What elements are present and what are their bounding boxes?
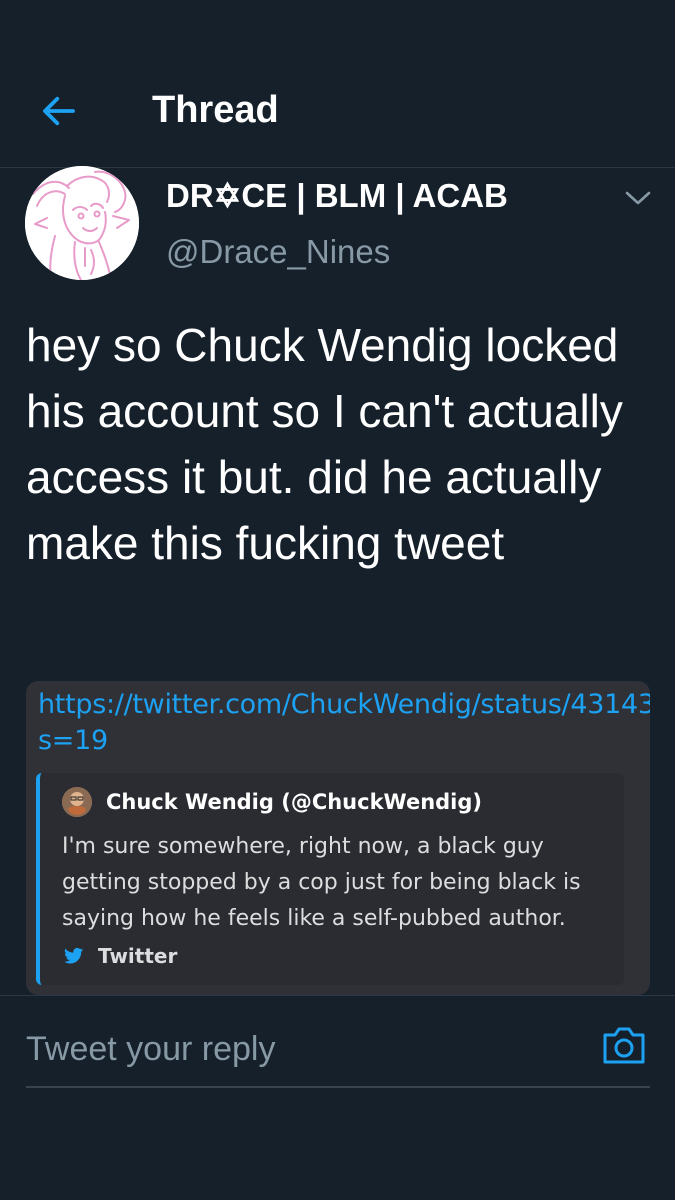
page-title: Thread	[152, 89, 279, 131]
chevron-down-icon	[625, 191, 651, 205]
avatar[interactable]	[25, 166, 139, 280]
reply-underline	[26, 1086, 650, 1088]
twitter-bird-icon	[64, 947, 84, 964]
link-embed-card: https://twitter.com/ChuckWendig/status/4…	[26, 681, 650, 995]
quoted-author-avatar	[62, 787, 92, 817]
camera-button[interactable]	[600, 1022, 648, 1068]
goat-sketch-avatar-icon	[25, 166, 139, 280]
quoted-author-name: Chuck Wendig (@ChuckWendig)	[106, 790, 483, 814]
user-handle[interactable]: @Drace_Nines	[166, 232, 390, 272]
reply-bar	[0, 995, 675, 1100]
display-name[interactable]: DR✡CE | BLM | ACAB	[166, 176, 508, 216]
header-bar: Thread	[0, 0, 675, 168]
tweet-link[interactable]: https://twitter.com/ChuckWendig/status/4…	[38, 687, 650, 759]
person-avatar-icon	[62, 787, 92, 817]
thread-screen: Thread DR✡CE | BLM | ACAB @Drace_Nines h…	[0, 0, 675, 1200]
quoted-tweet-text: I'm sure somewhere, right now, a black g…	[62, 834, 581, 931]
reply-input[interactable]	[26, 1024, 566, 1074]
bottom-spacer	[0, 1100, 675, 1200]
embed-source: Twitter	[64, 941, 177, 971]
back-button[interactable]	[34, 86, 84, 136]
embed-source-label: Twitter	[98, 944, 178, 968]
quoted-tweet-preview[interactable]: Chuck Wendig (@ChuckWendig) I'm sure som…	[36, 773, 624, 985]
tweet-text: hey so Chuck Wendig locked his account s…	[26, 319, 623, 569]
more-options-button[interactable]	[622, 184, 654, 212]
arrow-left-icon	[43, 96, 75, 126]
camera-icon	[603, 1027, 645, 1064]
